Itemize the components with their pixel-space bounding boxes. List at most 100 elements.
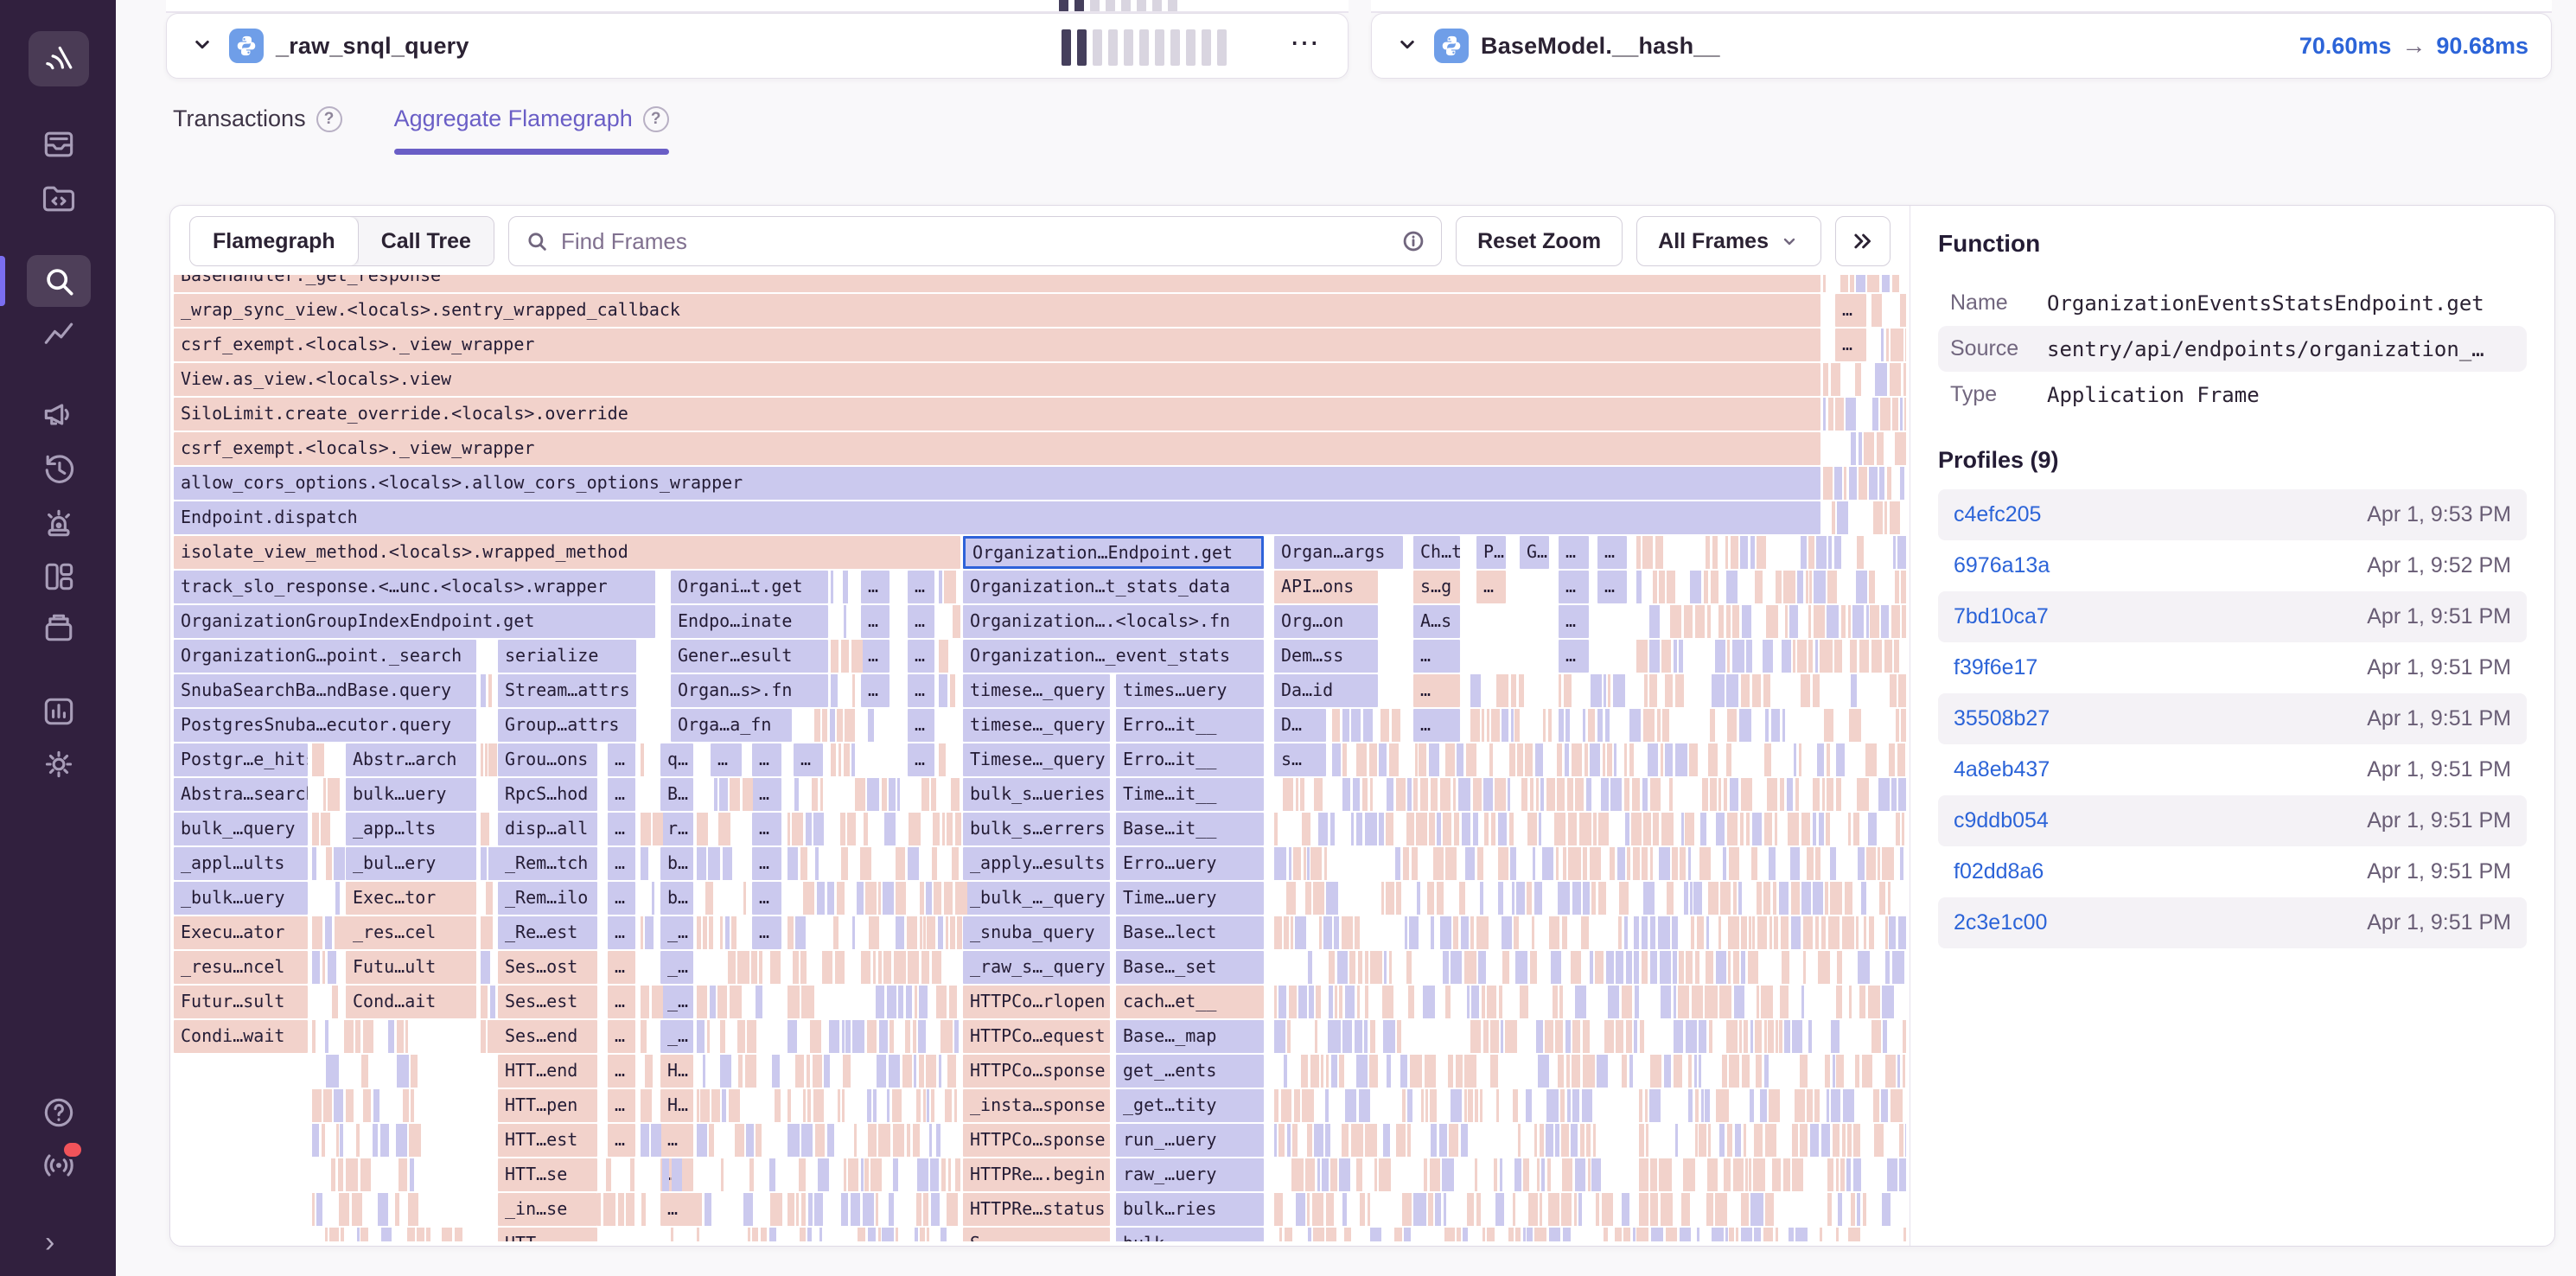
flamegraph-micro-frames[interactable] — [1445, 847, 1457, 880]
flamegraph-micro-frames[interactable] — [1820, 640, 1832, 673]
flamegraph-micro-frames[interactable] — [1563, 1228, 1571, 1241]
flamegraph-micro-frames[interactable] — [729, 1089, 740, 1122]
flamegraph-micro-frames[interactable] — [1490, 1020, 1499, 1053]
flamegraph-micro-frames[interactable] — [1830, 847, 1836, 880]
flamegraph-frame[interactable]: SiloLimit.create_override.<locals>.overr… — [174, 398, 1820, 431]
flamegraph-micro-frames[interactable] — [641, 1089, 652, 1122]
flamegraph-micro-frames[interactable] — [1822, 778, 1825, 811]
flamegraph-micro-frames[interactable] — [1827, 778, 1833, 811]
flamegraph-frame[interactable]: run_…uery — [1116, 1124, 1264, 1157]
flamegraph-micro-frames[interactable] — [1686, 1020, 1697, 1053]
flamegraph-micro-frames[interactable] — [931, 1193, 940, 1226]
flamegraph-micro-frames[interactable] — [1783, 571, 1795, 603]
flamegraph-micro-frames[interactable] — [1827, 743, 1830, 776]
flamegraph-micro-frames[interactable] — [747, 1020, 756, 1053]
flamegraph-micro-frames[interactable] — [1789, 1228, 1794, 1241]
flamegraph-micro-frames[interactable] — [813, 1089, 824, 1122]
flamegraph-micro-frames[interactable] — [1726, 674, 1738, 707]
flamegraph-micro-frames[interactable] — [1740, 813, 1744, 845]
flamegraph-micro-frames[interactable] — [1383, 1020, 1395, 1053]
flamegraph-micro-frames[interactable] — [346, 1089, 354, 1122]
flamegraph-micro-frames[interactable] — [1520, 986, 1528, 1018]
flamegraph-micro-frames[interactable] — [1519, 674, 1524, 707]
flamegraph-micro-frames[interactable] — [952, 847, 959, 880]
flamegraph-micro-frames[interactable] — [787, 986, 800, 1018]
flamegraph-micro-frames[interactable] — [1733, 951, 1739, 984]
flamegraph-micro-frames[interactable] — [838, 1089, 840, 1122]
flamegraph-micro-frames[interactable] — [1764, 1020, 1767, 1053]
flamegraph-micro-frames[interactable] — [1686, 951, 1693, 984]
flamegraph-micro-frames[interactable] — [1875, 363, 1887, 396]
flamegraph-micro-frames[interactable] — [933, 813, 940, 845]
flamegraph-micro-frames[interactable] — [1396, 882, 1401, 915]
flamegraph-micro-frames[interactable] — [1850, 640, 1857, 673]
flamegraph-micro-frames[interactable] — [1744, 1124, 1746, 1157]
flamegraph-micro-frames[interactable] — [1536, 1020, 1542, 1053]
flamegraph-micro-frames[interactable] — [1421, 1089, 1424, 1122]
flamegraph-micro-frames[interactable] — [1871, 640, 1882, 673]
flamegraph-micro-frames[interactable] — [1761, 986, 1773, 1018]
flamegraph-micro-frames[interactable] — [411, 1089, 414, 1122]
flamegraph-micro-frames[interactable] — [1642, 916, 1648, 949]
flamegraph-micro-frames[interactable] — [1754, 1228, 1761, 1241]
flamegraph-micro-frames[interactable] — [1451, 951, 1462, 984]
flamegraph-frame[interactable]: Base…it__ — [1116, 813, 1264, 845]
profile-link[interactable]: 4a8eb437 — [1954, 757, 2050, 782]
chevron-down-icon[interactable] — [189, 31, 215, 61]
flamegraph-micro-frames[interactable] — [1296, 778, 1298, 811]
flamegraph-frame[interactable]: _appl…ults — [174, 847, 308, 880]
flamegraph-micro-frames[interactable] — [723, 847, 732, 880]
flamegraph-micro-frames[interactable] — [1526, 1089, 1531, 1122]
flamegraph-micro-frames[interactable] — [1449, 1124, 1458, 1157]
flamegraph-micro-frames[interactable] — [1329, 951, 1335, 984]
flamegraph-micro-frames[interactable] — [889, 778, 895, 811]
flamegraph-frame[interactable]: r… — [660, 813, 693, 845]
flamegraph-micro-frames[interactable] — [1457, 1228, 1460, 1241]
flamegraph-micro-frames[interactable] — [1748, 951, 1758, 984]
flamegraph-micro-frames[interactable] — [1859, 640, 1870, 673]
profile-link[interactable]: 6976a13a — [1954, 553, 2050, 578]
flamegraph-micro-frames[interactable] — [931, 778, 936, 811]
flamegraph-frame[interactable]: B… — [660, 778, 693, 811]
flamegraph-micro-frames[interactable] — [1880, 398, 1890, 431]
flamegraph-micro-frames[interactable] — [399, 1158, 407, 1191]
flamegraph-micro-frames[interactable] — [1650, 916, 1656, 949]
flamegraph-micro-frames[interactable] — [1807, 1089, 1812, 1122]
flamegraph-micro-frames[interactable] — [1527, 882, 1532, 915]
flamegraph-micro-frames[interactable] — [1634, 1020, 1637, 1053]
flamegraph-micro-frames[interactable] — [1789, 605, 1797, 638]
flamegraph-micro-frames[interactable] — [1406, 951, 1412, 984]
flamegraph-micro-frames[interactable] — [340, 1124, 343, 1157]
flamegraph-micro-frames[interactable] — [1823, 363, 1828, 396]
flamegraph-micro-frames[interactable] — [1814, 571, 1825, 603]
flamegraph-micro-frames[interactable] — [1624, 743, 1627, 776]
flamegraph-micro-frames[interactable] — [1578, 1193, 1581, 1226]
flamegraph-micro-frames[interactable] — [1716, 813, 1725, 845]
flamegraph-micro-frames[interactable] — [1772, 1158, 1781, 1191]
flamegraph-micro-frames[interactable] — [1868, 813, 1877, 845]
flamegraph-micro-frames[interactable] — [1899, 1158, 1906, 1191]
flamegraph-micro-frames[interactable] — [1782, 709, 1785, 742]
flamegraph-micro-frames[interactable] — [941, 1158, 946, 1191]
flamegraph-micro-frames[interactable] — [641, 986, 649, 1018]
flamegraph-micro-frames[interactable] — [1800, 1055, 1808, 1088]
flamegraph-micro-frames[interactable] — [927, 1228, 929, 1241]
flamegraph-micro-frames[interactable] — [1813, 882, 1822, 915]
flamegraph-micro-frames[interactable] — [652, 882, 654, 915]
flamegraph-frame[interactable]: _Re…est — [498, 916, 597, 949]
flamegraph-micro-frames[interactable] — [787, 847, 798, 880]
flamegraph-micro-frames[interactable] — [906, 986, 913, 1018]
flamegraph-micro-frames[interactable] — [1604, 674, 1606, 707]
flamegraph-micro-frames[interactable] — [1591, 674, 1602, 707]
flamegraph-micro-frames[interactable] — [929, 1124, 932, 1157]
profile-link[interactable]: 35508b27 — [1954, 706, 2050, 731]
flamegraph-micro-frames[interactable] — [1487, 709, 1489, 742]
flamegraph-frame[interactable]: Timese…_query — [963, 743, 1110, 776]
flamegraph-frame[interactable]: … — [1559, 640, 1589, 673]
flamegraph-micro-frames[interactable] — [1559, 709, 1563, 742]
flamegraph-micro-frames[interactable] — [915, 986, 917, 1018]
flamegraph-micro-frames[interactable] — [1344, 1228, 1351, 1241]
flamegraph-micro-frames[interactable] — [1498, 882, 1503, 915]
flamegraph-micro-frames[interactable] — [1454, 813, 1459, 845]
flamegraph-micro-frames[interactable] — [1901, 709, 1906, 742]
